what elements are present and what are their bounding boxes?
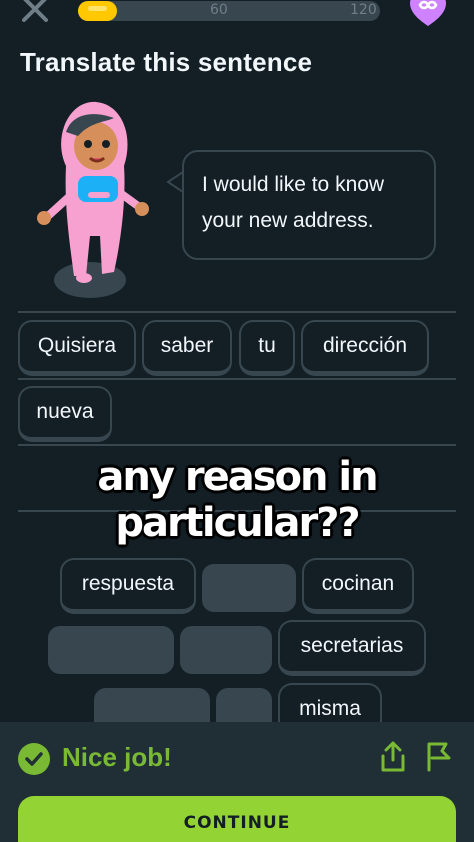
- word-bank-token[interactable]: cocinan: [302, 558, 414, 614]
- answer-token[interactable]: dirección: [301, 320, 429, 376]
- character-illustration: [37, 101, 149, 298]
- word-bank-empty-slot: [180, 626, 272, 674]
- infinity-heart-icon[interactable]: [408, 0, 448, 28]
- flag-icon[interactable]: [424, 740, 454, 772]
- progress-mark-120: 120: [350, 2, 377, 18]
- answer-line: [18, 311, 456, 313]
- answer-token[interactable]: Quisiera: [18, 320, 136, 376]
- lesson-progress-bar: [78, 1, 380, 21]
- progress-fill: [78, 1, 117, 21]
- continue-button[interactable]: CONTINUE: [18, 796, 456, 842]
- prompt-line-2: your new address.: [202, 209, 374, 232]
- answer-token[interactable]: tu: [239, 320, 295, 376]
- word-bank-empty-slot: [48, 626, 174, 674]
- prompt-speech-bubble: I would like to know your new address.: [182, 150, 436, 260]
- word-bank-empty-slot: [202, 564, 296, 612]
- feedback-message: Nice job!: [62, 742, 172, 772]
- overlay-caption: any reason in particular??: [97, 454, 378, 546]
- answer-token[interactable]: saber: [142, 320, 232, 376]
- share-icon[interactable]: [378, 740, 408, 774]
- close-icon[interactable]: [18, 0, 52, 26]
- checkmark-icon: [18, 743, 50, 775]
- word-bank-token[interactable]: respuesta: [60, 558, 196, 614]
- word-bank-token[interactable]: secretarias: [278, 620, 426, 676]
- feedback-panel: Nice job! CONTINUE: [0, 722, 474, 842]
- exercise-title: Translate this sentence: [20, 47, 313, 77]
- answer-line: [18, 444, 456, 446]
- top-bar: 60 120: [0, 0, 474, 30]
- answer-line: [18, 378, 456, 380]
- progress-mark-60: 60: [210, 2, 228, 18]
- answer-token[interactable]: nueva: [18, 386, 112, 442]
